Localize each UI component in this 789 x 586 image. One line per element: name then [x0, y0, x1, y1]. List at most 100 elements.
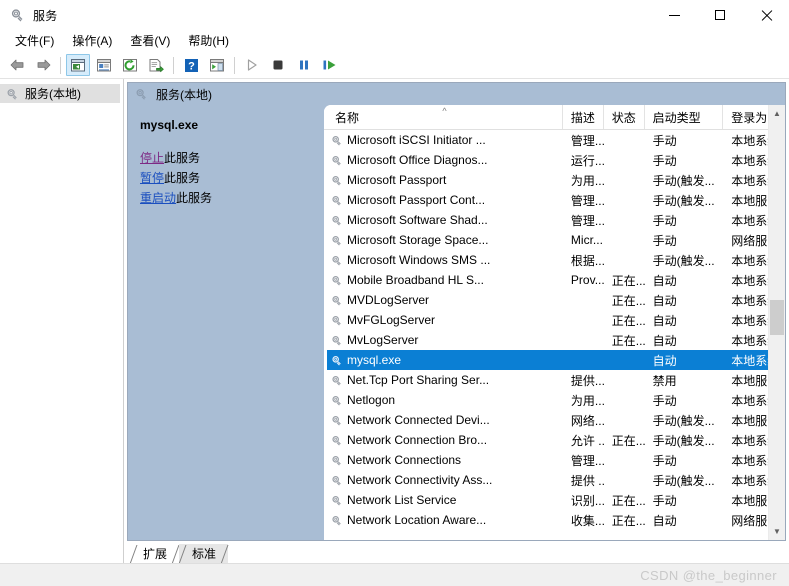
- scroll-up-arrow[interactable]: ▲: [769, 105, 785, 122]
- forward-icon[interactable]: [31, 54, 55, 76]
- stop-service-link[interactable]: 停止: [140, 151, 164, 165]
- services-window: 服务 文件(F) 操作(A) 查看(V) 帮助(H) ? 服务(本地) 服务(本…: [0, 0, 789, 586]
- service-gear-icon: [330, 134, 343, 147]
- cell-desc: 提供 ...: [570, 473, 604, 488]
- show-action-pane-icon[interactable]: [205, 54, 229, 76]
- column-header-startup[interactable]: 启动类型: [645, 105, 724, 129]
- start-service-icon[interactable]: [240, 54, 264, 76]
- tab-extended[interactable]: 扩展: [129, 544, 180, 564]
- service-gear-icon: [330, 194, 343, 207]
- table-row[interactable]: Network Connected Devi... 网络... 手动(触发... 本地…: [327, 410, 785, 430]
- table-row[interactable]: Microsoft iSCSI Initiator ... 管理... 手动 本地系统: [327, 130, 785, 150]
- properties-icon[interactable]: [92, 54, 116, 76]
- table-row[interactable]: Network Location Aware... 收集... 正在... 自动 网络服…: [327, 510, 785, 530]
- window-body: 服务(本地) 服务(本地) mysql.exe 停止此服务 暂停此服务 重启动此…: [0, 79, 789, 564]
- cell-name: Microsoft Passport: [327, 170, 563, 190]
- service-name-label: MVDLogServer: [347, 293, 430, 307]
- cell-desc: 网络...: [570, 413, 604, 428]
- cell-desc: [563, 330, 604, 350]
- table-row[interactable]: Network List Service 识别... 正在... 手动 本地服务: [327, 490, 785, 510]
- maximize-button[interactable]: [697, 0, 743, 30]
- scroll-down-arrow[interactable]: ▼: [769, 523, 785, 540]
- tree-node-services-local[interactable]: 服务(本地): [0, 84, 120, 103]
- table-row[interactable]: Microsoft Passport 为用... 手动(触发... 本地系统: [327, 170, 785, 190]
- table-row[interactable]: Microsoft Office Diagnos... 运行... 手动 本地系统: [327, 150, 785, 170]
- service-name-label: Network Connectivity Ass...: [347, 473, 493, 487]
- table-row[interactable]: Network Connections 管理... 手动 本地系统: [327, 450, 785, 470]
- table-row[interactable]: mysql.exe 自动 本地系统: [327, 350, 785, 370]
- content-panes: mysql.exe 停止此服务 暂停此服务 重启动此服务 名称 ^ 描述 状态 …: [128, 105, 785, 540]
- table-row[interactable]: MvLogServer 正在... 自动 本地系统: [327, 330, 785, 350]
- back-icon[interactable]: [5, 54, 29, 76]
- sort-ascending-icon: ^: [442, 106, 447, 116]
- table-row[interactable]: Microsoft Software Shad... 管理... 手动 本地系统: [327, 210, 785, 230]
- cell-name: Microsoft Software Shad...: [327, 210, 563, 230]
- cell-startup: 手动: [652, 393, 677, 408]
- cell-desc: Prov...: [570, 273, 604, 287]
- selected-service-name: mysql.exe: [140, 118, 199, 132]
- table-row[interactable]: Microsoft Storage Space... Micr... 手动 网络服务: [327, 230, 785, 250]
- cell-desc: [563, 290, 604, 310]
- table-row[interactable]: MvFGLogServer 正在... 自动 本地系统: [327, 310, 785, 330]
- vertical-scrollbar[interactable]: ▲ ▼: [768, 105, 785, 540]
- table-row[interactable]: Network Connectivity Ass... 提供 ... 手动(触发..…: [327, 470, 785, 490]
- list-rows-container[interactable]: Microsoft iSCSI Initiator ... 管理... 手动 本地系统…: [324, 130, 785, 540]
- svg-text:?: ?: [188, 60, 195, 72]
- cell-name: Microsoft Office Diagnos...: [327, 150, 563, 170]
- pause-service-suffix: 此服务: [164, 171, 201, 185]
- console-tree-pane: 服务(本地): [0, 79, 124, 563]
- cell-name: MvLogServer: [327, 330, 563, 350]
- mmc-frame: 服务(本地) mysql.exe 停止此服务 暂停此服务 重启动此服务 名称 ^…: [127, 82, 786, 541]
- cell-startup: 自动: [652, 313, 677, 328]
- table-row[interactable]: Mobile Broadband HL S... Prov... 正在... 自动 本地…: [327, 270, 785, 290]
- minimize-button[interactable]: [651, 0, 697, 30]
- cell-name: Network Connections: [327, 450, 563, 470]
- close-button[interactable]: [743, 0, 789, 30]
- service-name-label: Network Connected Devi...: [347, 413, 490, 427]
- menu-action[interactable]: 操作(A): [63, 30, 121, 52]
- table-row[interactable]: Microsoft Passport Cont... 管理... 手动(触发... 本…: [327, 190, 785, 210]
- service-name-label: Microsoft Software Shad...: [347, 213, 488, 227]
- service-gear-icon: [330, 274, 343, 287]
- scrollbar-thumb[interactable]: [770, 300, 784, 336]
- stop-service-icon[interactable]: [266, 54, 290, 76]
- table-row[interactable]: Net.Tcp Port Sharing Ser... 提供... 禁用 本地服务: [327, 370, 785, 390]
- cell-status: [604, 370, 645, 390]
- restart-service-link[interactable]: 重启动: [140, 191, 176, 205]
- service-name-label: Network Connections: [347, 453, 462, 467]
- cell-name: mysql.exe: [327, 350, 563, 370]
- service-name-label: Network Connection Bro...: [347, 433, 488, 447]
- table-row[interactable]: Netlogon 为用... 手动 本地系统: [327, 390, 785, 410]
- cell-name: Net.Tcp Port Sharing Ser...: [327, 370, 563, 390]
- column-header-label: 描述: [570, 110, 595, 125]
- pause-service-link[interactable]: 暂停: [140, 171, 164, 185]
- mmc-view-tabs: 扩展 标准: [127, 541, 786, 564]
- cell-startup: 手动: [652, 233, 677, 248]
- table-row[interactable]: Network Connection Bro... 允许 ... 正在... 手动(触…: [327, 430, 785, 450]
- table-row[interactable]: MVDLogServer 正在... 自动 本地系统: [327, 290, 785, 310]
- cell-status: [604, 150, 645, 170]
- export-list-icon[interactable]: [144, 54, 168, 76]
- service-name-label: Microsoft iSCSI Initiator ...: [347, 133, 486, 147]
- column-header-name[interactable]: 名称 ^: [327, 105, 563, 129]
- watermark: CSDN @the_beginner: [640, 568, 777, 583]
- column-header-desc[interactable]: 描述: [563, 105, 604, 129]
- service-gear-icon: [330, 434, 343, 447]
- tab-standard[interactable]: 标准: [178, 544, 229, 564]
- refresh-icon[interactable]: [118, 54, 142, 76]
- service-gear-icon: [330, 394, 343, 407]
- cell-status: 正在...: [611, 273, 645, 288]
- pause-service-icon[interactable]: [292, 54, 316, 76]
- cell-desc: 管理...: [570, 213, 604, 228]
- restart-service-icon[interactable]: [318, 54, 342, 76]
- show-hide-tree-icon[interactable]: [66, 54, 90, 76]
- menu-file[interactable]: 文件(F): [6, 30, 63, 52]
- menu-help[interactable]: 帮助(H): [179, 30, 238, 52]
- table-row[interactable]: Microsoft Windows SMS ... 根据... 手动(触发... 本地…: [327, 250, 785, 270]
- column-header-status[interactable]: 状态: [604, 105, 645, 129]
- help-icon[interactable]: ?: [179, 54, 203, 76]
- cell-desc: [563, 350, 604, 370]
- cell-startup: 手动: [652, 493, 677, 508]
- menu-view[interactable]: 查看(V): [121, 30, 179, 52]
- services-gear-icon: [9, 7, 25, 23]
